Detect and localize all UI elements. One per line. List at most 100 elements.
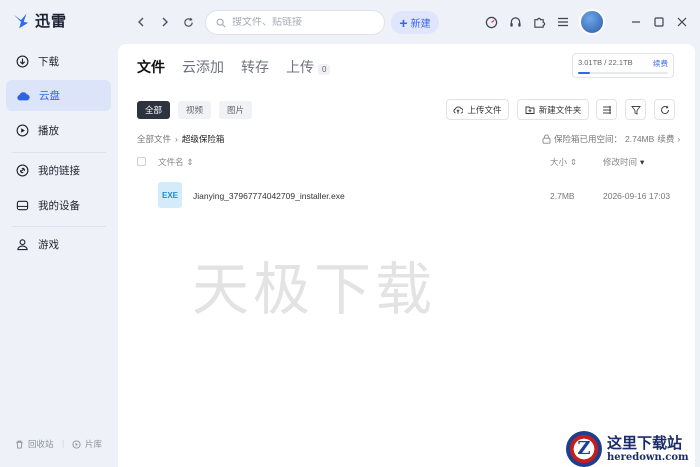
headset-icon [509,16,521,27]
forward-button[interactable] [156,13,174,31]
search-icon [216,18,226,28]
library-label: 片库 [85,439,103,449]
back-button[interactable] [132,13,150,31]
app-name: 迅雷 [35,13,68,30]
exe-file-icon: EXE [158,182,182,208]
tab-transfer[interactable]: 转存 [241,57,269,77]
storage-renew-link[interactable]: 续费 [653,58,668,69]
refresh-icon [660,105,669,114]
sidebar-item-label: 下载 [38,56,59,68]
support-button[interactable] [507,14,523,30]
column-name[interactable]: 文件名 ⇕ [158,156,194,168]
new-folder-label: 新建文件夹 [538,104,582,115]
sidebar-bottom-divider: | [62,438,65,448]
sidebar-item-devices[interactable]: 我的设备 [6,190,111,221]
tab-upload-label: 上传 [286,59,314,75]
sidebar-item-label: 云盘 [39,90,60,102]
library-button[interactable]: 片库 [72,438,102,450]
storage-progress-bar [578,72,668,74]
site-badge: Z 这里下载站 heredown.com [566,430,700,467]
sidebar-item-links[interactable]: 我的链接 [6,155,111,186]
funnel-icon [630,105,641,115]
file-size: 2.7MB [550,191,575,201]
sidebar-item-label: 我的设备 [38,200,80,212]
sidebar-item-label: 游戏 [38,239,59,251]
table-header: 文件名 ⇕ 大小 ⇕ 修改时间 ▾ [137,156,677,170]
trash-icon [16,440,23,449]
speed-button[interactable] [483,14,499,30]
chevron-right-icon: › [677,134,681,144]
lock-icon [542,134,551,144]
breadcrumb-current: 超级保险箱 [181,134,225,144]
cloud-icon [17,91,30,100]
column-size[interactable]: 大小 ⇕ [550,156,577,168]
storage-used-text: 3.01TB / 22.1TB [578,58,633,67]
close-button[interactable] [674,14,690,30]
sidebar-item-download[interactable]: 下载 [6,46,111,77]
sort-desc-icon: ▾ [640,156,645,167]
table-row[interactable]: EXE Jianying_37967774042709_installer.ex… [137,182,677,208]
tab-upload[interactable]: 上传 0 [286,57,331,77]
maximize-button[interactable] [651,14,667,30]
watermark-text: 天极下载 [192,257,436,323]
filter-all[interactable]: 全部 [137,101,171,119]
plus-icon: + [399,14,408,31]
storage-usage[interactable]: 3.01TB / 22.1TB 续费 [572,53,674,78]
search-box[interactable] [205,10,385,35]
new-button-label: 新建 [410,19,431,30]
column-name-label: 文件名 [158,157,184,167]
file-name: Jianying_37967774042709_installer.exe [193,191,345,201]
search-input[interactable] [232,17,372,28]
thunder-app-window: 迅雷 + 新建 [0,0,700,467]
app-logo: 迅雷 [12,10,67,31]
tab-cloud-add[interactable]: 云添加 [182,57,224,77]
new-button[interactable]: + 新建 [391,11,439,34]
tab-bar: 文件 云添加 转存 上传 0 [137,57,331,77]
vault-renew-link[interactable]: 续费 [657,133,674,145]
tab-files[interactable]: 文件 [137,57,165,77]
top-bar: 迅雷 + 新建 [0,0,700,44]
sidebar-item-label: 我的链接 [38,165,80,177]
site-name-cn: 这里下载站 [607,434,683,452]
folder-plus-icon [525,106,535,114]
upload-count-badge: 0 [318,64,331,75]
close-icon [677,17,687,27]
sort-icon: ⇕ [186,156,194,167]
chevron-right-icon [162,17,168,27]
menu-button[interactable] [555,14,571,30]
filter-image[interactable]: 图片 [219,101,253,119]
breadcrumb-root[interactable]: 全部文件 [137,133,171,145]
chevron-left-icon [138,17,144,27]
refresh-button[interactable] [179,13,197,31]
recycle-bin-button[interactable]: 回收站 [15,438,54,450]
link-icon [16,164,29,177]
menu-icon [558,17,568,27]
user-avatar[interactable] [579,9,605,35]
breadcrumb-separator-icon: › [175,134,178,144]
filter-video[interactable]: 视频 [178,101,212,119]
column-modified[interactable]: 修改时间 ▾ [603,156,644,168]
download-icon [16,55,29,68]
file-modified: 2026-09-16 17:03 [603,191,671,201]
sidebar-item-play[interactable]: 播放 [6,115,111,146]
select-all-checkbox[interactable] [137,157,146,166]
sidebar-divider [12,226,106,227]
minimize-button[interactable] [628,14,644,30]
list-view-icon [602,105,611,114]
puzzle-icon [533,17,545,28]
upload-file-button[interactable]: 上传文件 [446,99,509,120]
maximize-icon [654,17,664,27]
filter-button[interactable] [625,99,646,120]
view-mode-button[interactable] [596,99,617,120]
site-name-en: heredown.com [607,452,689,463]
game-icon [17,239,28,251]
plugin-button[interactable] [531,14,547,30]
new-folder-button[interactable]: 新建文件夹 [517,99,589,120]
sidebar-item-games[interactable]: 游戏 [6,229,111,260]
breadcrumb: 全部文件 › 超级保险箱 [137,133,224,145]
sidebar: 下载 云盘 播放 我的链接 我的设备 游戏 回收站 | 片库 [0,44,118,467]
sidebar-item-cloud[interactable]: 云盘 [6,80,111,111]
reload-button[interactable] [654,99,675,120]
upload-file-label: 上传文件 [467,104,502,115]
column-size-label: 大小 [550,157,568,167]
